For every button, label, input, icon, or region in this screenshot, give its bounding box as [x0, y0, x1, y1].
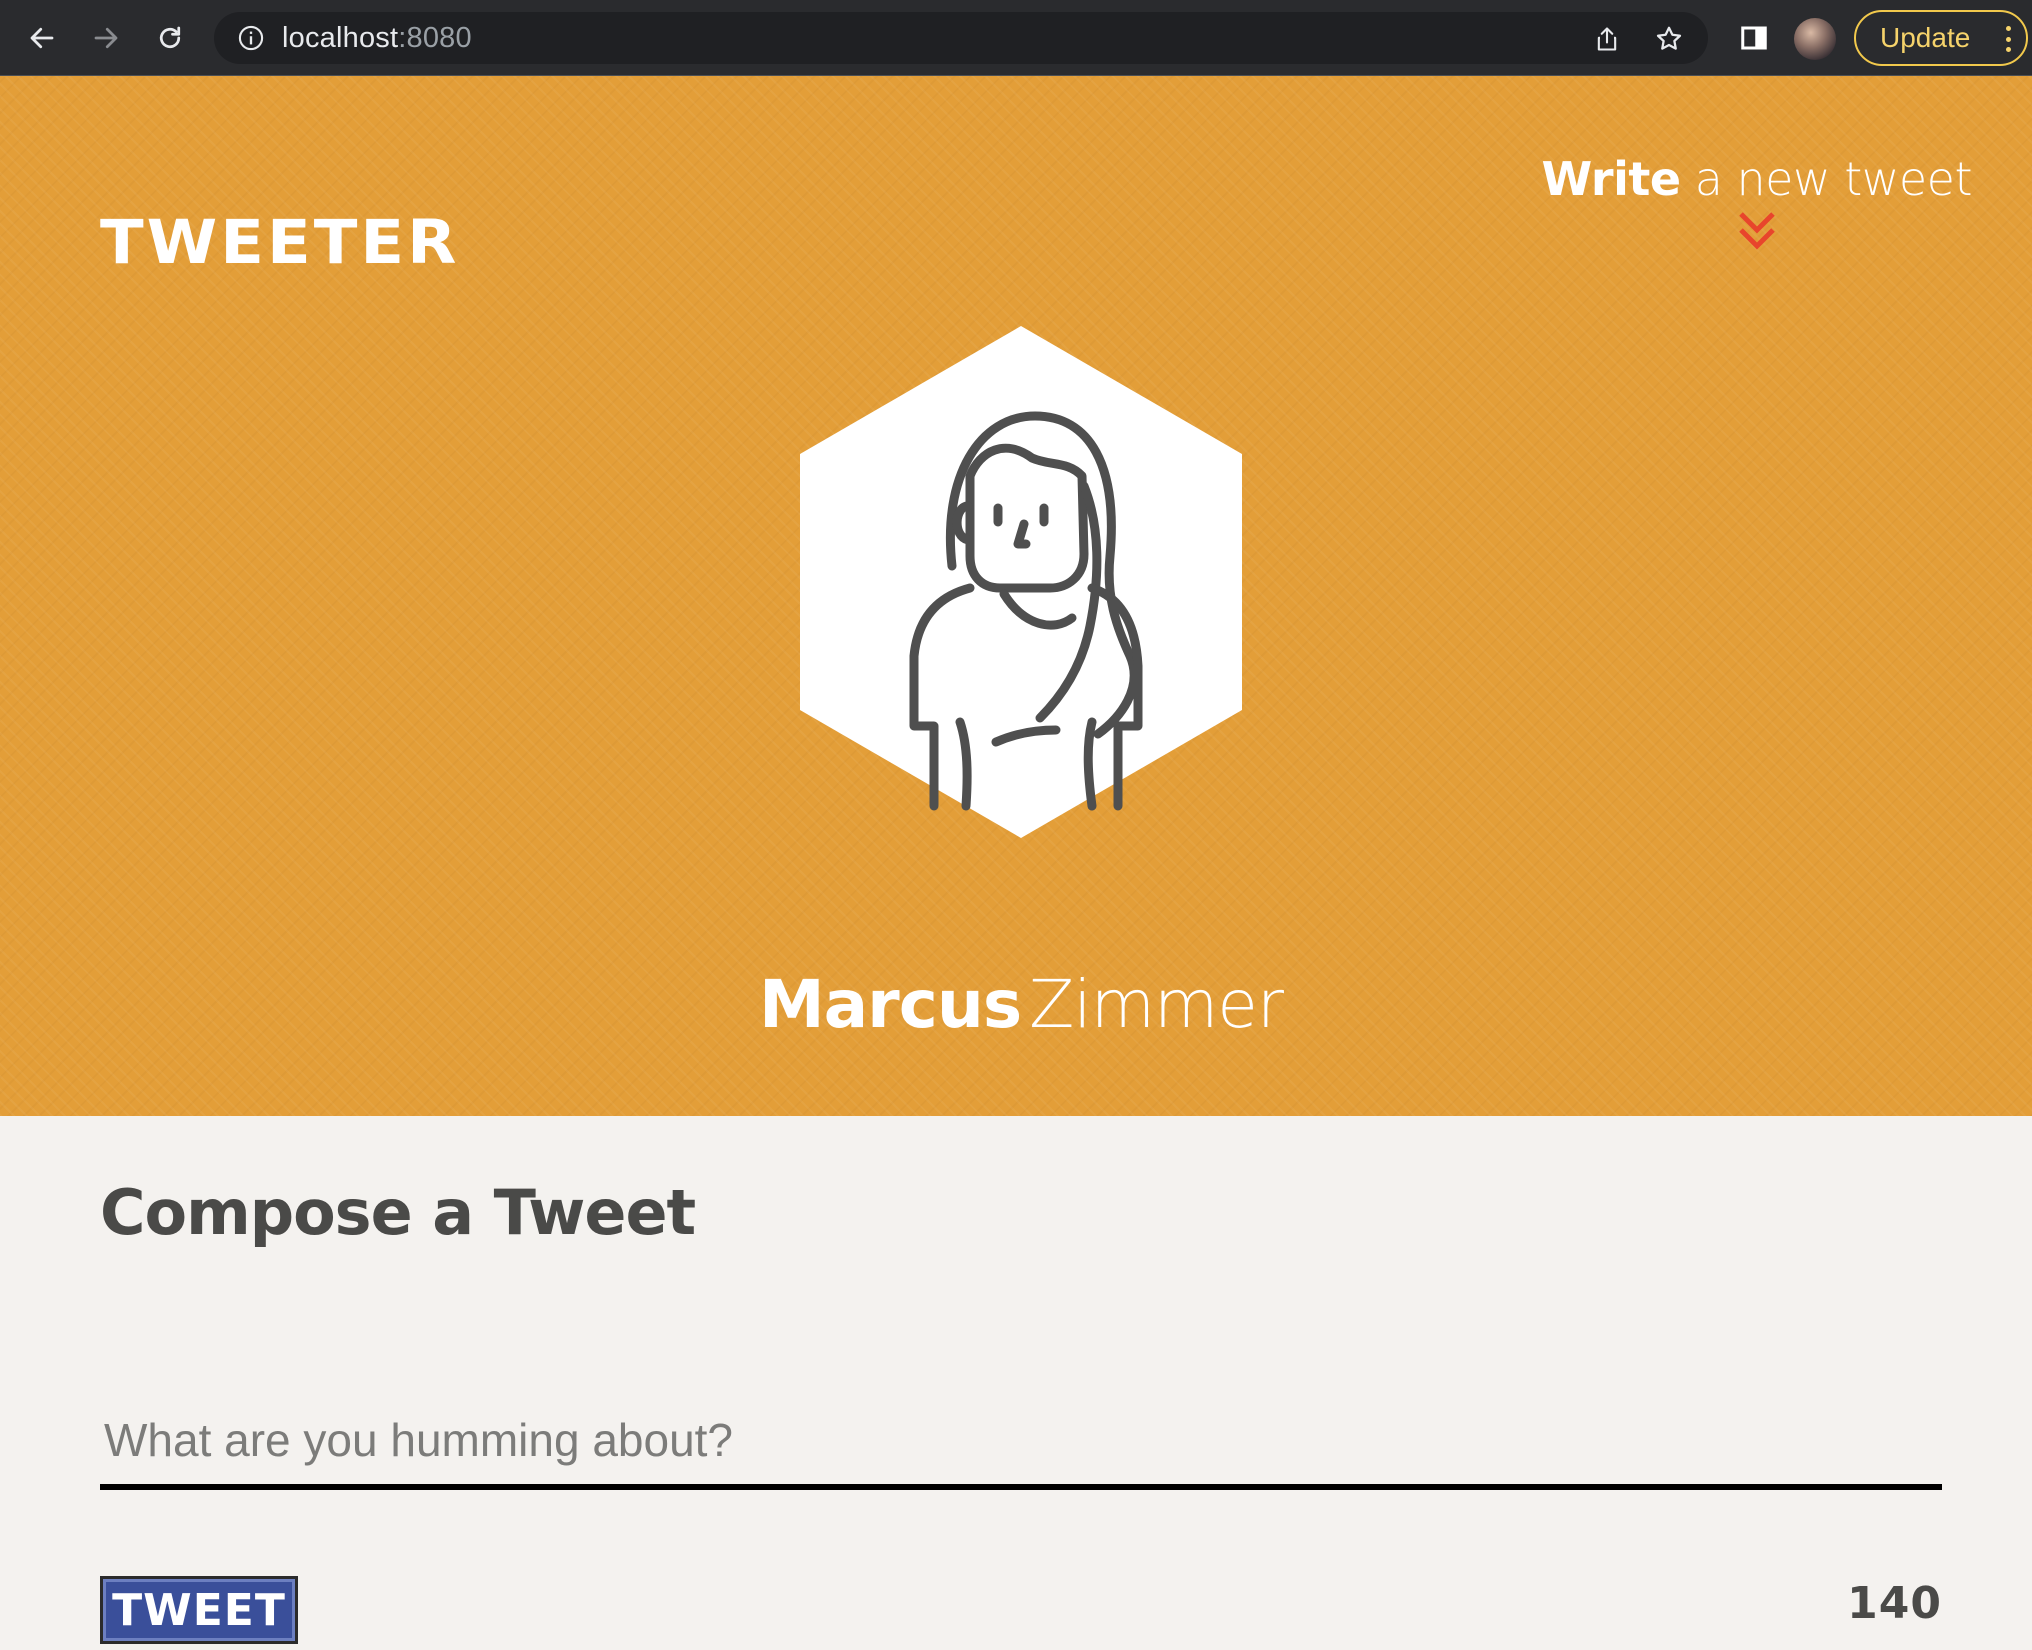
update-label: Update: [1880, 22, 1971, 53]
profile-avatar[interactable]: [1794, 18, 1836, 60]
profile-header: TWEETER Write a new tweet Marcus Zimmer: [0, 76, 2032, 1116]
update-button[interactable]: Update: [1854, 10, 2028, 66]
compose-toggle-label: Write a new tweet: [1541, 152, 1972, 206]
double-chevron-down-icon: [1738, 212, 1775, 250]
person-avatar-icon: [800, 326, 1242, 838]
profile-name: Marcus Zimmer: [0, 966, 2032, 1043]
back-button[interactable]: [20, 16, 64, 60]
reload-icon: [159, 26, 181, 49]
character-counter: 140: [1847, 1578, 1942, 1629]
tweet-submit-button[interactable]: TWEET: [100, 1576, 298, 1644]
write-new-tweet-toggle[interactable]: Write a new tweet: [1541, 152, 1973, 254]
bookmark-star-icon[interactable]: [1652, 22, 1686, 56]
tweet-text-input[interactable]: [100, 1396, 1942, 1490]
side-panel-icon: [1741, 26, 1767, 50]
url-port: :8080: [398, 21, 472, 54]
reload-button[interactable]: [148, 16, 192, 60]
url-text: localhost:8080: [282, 22, 472, 55]
forward-button[interactable]: [84, 16, 128, 60]
compose-section: Compose a Tweet TWEET 140: [0, 1116, 2032, 1650]
share-icon[interactable]: [1590, 22, 1624, 56]
browser-toolbar: localhost:8080 Update: [0, 0, 2032, 76]
compose-toggle-bold: Write: [1541, 152, 1681, 206]
arrow-right-icon: [94, 27, 118, 49]
compose-toggle-rest: a new tweet: [1694, 152, 1973, 206]
compose-heading: Compose a Tweet: [100, 1176, 696, 1249]
more-vert-icon: [2004, 26, 2012, 52]
url-host: localhost: [282, 21, 399, 54]
last-name: Zimmer: [1029, 966, 1284, 1043]
avatar-hexagon: [800, 326, 1242, 838]
address-bar[interactable]: localhost:8080: [214, 12, 1708, 64]
brand-logo: TWEETER: [100, 207, 460, 279]
first-name: Marcus: [758, 966, 1022, 1043]
site-info-icon[interactable]: [236, 23, 266, 53]
arrow-left-icon: [30, 27, 54, 49]
side-panel-button[interactable]: [1734, 0, 1774, 76]
